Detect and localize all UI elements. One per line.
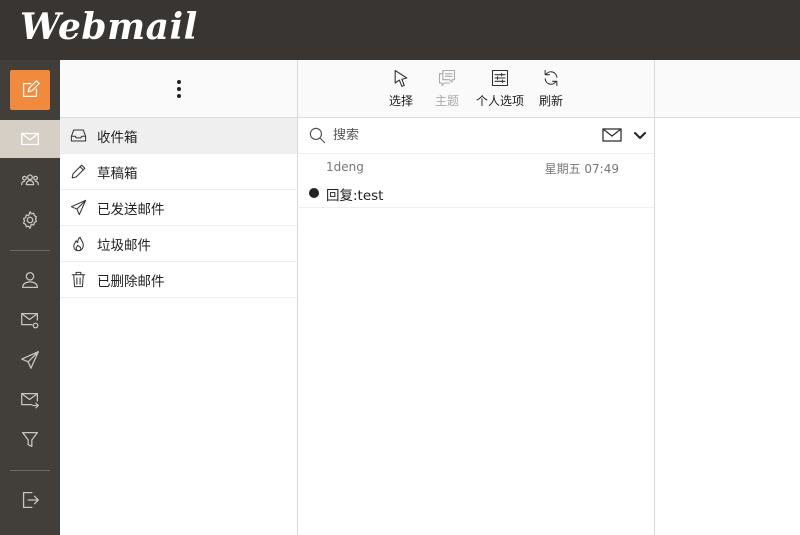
mail-icon: [21, 132, 39, 146]
top-bar: Webmail: [0, 0, 800, 60]
refresh-button[interactable]: 刷新: [539, 68, 563, 109]
folder-sent[interactable]: 已发送邮件: [60, 190, 297, 226]
sliders-icon: [491, 69, 509, 87]
filter-icon: [22, 432, 38, 448]
cursor-icon: [394, 69, 408, 87]
envelope-icon[interactable]: [602, 127, 622, 143]
trash-icon: [71, 271, 86, 288]
message-subject: 回复:test: [326, 188, 384, 204]
logo: Webmail: [20, 6, 198, 48]
inbox-icon: [70, 129, 87, 142]
fire-icon: [73, 236, 84, 252]
contacts-icon: [21, 174, 39, 186]
compose-icon: [22, 80, 40, 98]
message-row[interactable]: 1deng 星期五 07:49 回复:test: [298, 154, 654, 208]
folder-header: [60, 60, 297, 118]
select-label: 选择: [389, 94, 414, 108]
select-button[interactable]: 选择: [389, 68, 413, 109]
chevron-down-icon[interactable]: [633, 130, 647, 142]
pencil-icon: [71, 164, 86, 179]
message-date: 星期五 07:49: [544, 162, 619, 176]
logout-icon: [22, 492, 39, 508]
filter-nav-button[interactable]: [0, 420, 60, 460]
folder-label: 收件箱: [97, 129, 138, 146]
more-options-icon[interactable]: [176, 79, 182, 98]
send-nav-button[interactable]: [0, 340, 60, 380]
compose-button[interactable]: [10, 70, 50, 110]
nav-divider: [10, 250, 50, 251]
preview-panel: [655, 60, 800, 535]
refresh-icon: [544, 69, 558, 87]
thread-label: 主题: [435, 94, 460, 108]
folder-panel: 收件箱 草稿箱 已发送邮件 垃圾邮件 已删除邮件: [60, 60, 298, 535]
message-sender: 1deng: [326, 160, 364, 174]
message-toolbar: 选择 主题 个人选项 刷新: [298, 60, 654, 118]
send-icon: [21, 351, 39, 369]
options-label: 个人选项: [476, 94, 525, 108]
mail-settings-nav-button[interactable]: [0, 300, 60, 340]
folder-label: 已删除邮件: [97, 273, 165, 290]
refresh-label: 刷新: [539, 94, 564, 108]
paper-plane-icon: [70, 199, 87, 216]
nav-divider: [10, 470, 50, 471]
preview-header: [655, 60, 800, 118]
folder-label: 草稿箱: [97, 165, 138, 182]
options-button[interactable]: 个人选项: [476, 68, 524, 109]
search-bar: [298, 118, 654, 154]
settings-icon: [22, 211, 38, 229]
forward-nav-button[interactable]: [0, 380, 60, 420]
mail-forward-icon: [21, 392, 39, 409]
folder-inbox[interactable]: 收件箱: [60, 118, 297, 154]
thread-icon: [438, 69, 456, 87]
folder-drafts[interactable]: 草稿箱: [60, 154, 297, 190]
logout-nav-button[interactable]: [0, 480, 60, 520]
search-icon[interactable]: [308, 126, 327, 145]
settings-nav-button[interactable]: [0, 200, 60, 240]
user-icon: [22, 272, 38, 288]
left-navigation: [0, 60, 60, 535]
unread-indicator-icon[interactable]: [309, 188, 319, 198]
mail-settings-icon: [21, 312, 39, 329]
message-list-panel: 选择 主题 个人选项 刷新 搜索 1deng 星期五 07:49 回复:test: [298, 60, 655, 535]
profile-nav-button[interactable]: [0, 260, 60, 300]
folder-label: 已发送邮件: [97, 201, 165, 218]
contacts-nav-button[interactable]: [0, 160, 60, 200]
folder-label: 垃圾邮件: [97, 237, 151, 254]
thread-button[interactable]: 主题: [435, 68, 459, 109]
search-input[interactable]: [333, 128, 573, 143]
folder-junk[interactable]: 垃圾邮件: [60, 226, 297, 262]
mail-nav-button[interactable]: [0, 120, 60, 158]
folder-trash[interactable]: 已删除邮件: [60, 262, 297, 298]
